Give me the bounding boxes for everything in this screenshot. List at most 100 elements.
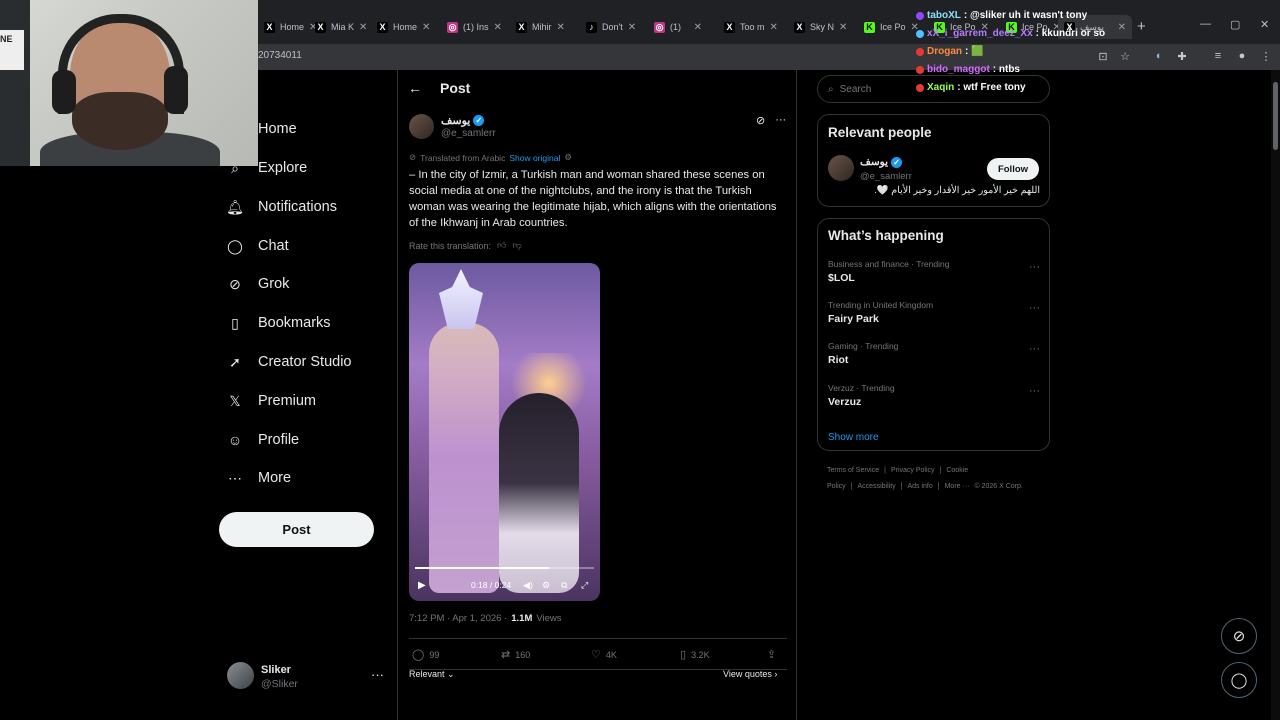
profile-avatar-icon[interactable]: ●	[1234, 48, 1250, 64]
menu-icon[interactable]: ⋮	[1258, 48, 1274, 64]
thumbs-up-icon[interactable]: 👍︎	[497, 240, 506, 251]
nav-item-premium[interactable]: 𝕏 Premium	[226, 387, 316, 415]
account-switcher[interactable]: Sliker @Sliker ···	[227, 662, 387, 692]
video-settings-icon[interactable]: ⚙	[542, 580, 550, 591]
picture-in-picture-icon[interactable]: ⧉	[561, 580, 567, 591]
browser-tab[interactable]: ♪ Don't ✕	[580, 15, 640, 39]
relevant-person-name[interactable]: يوسف ✓	[860, 156, 903, 168]
footer-link[interactable]: Ads info	[907, 483, 932, 490]
post-button[interactable]: Post	[219, 512, 374, 547]
sort-replies-dropdown[interactable]: Relevant ⌄	[409, 669, 455, 680]
settings-icon[interactable]: ⚙	[564, 152, 572, 163]
page-title: Post	[440, 80, 471, 96]
nav-item-notifications[interactable]: 🔔︎ Notifications	[226, 193, 337, 221]
stream-chat-overlay: taboXL: @sliker uh it wasn't tony xX_i_ga…	[916, 0, 1116, 97]
more-icon[interactable]: ···	[1029, 343, 1040, 355]
trend-item[interactable]: Verzuz · Trending Verzuz ···	[828, 383, 1040, 419]
tab-label: Home	[393, 22, 418, 32]
more-icon[interactable]: ···	[775, 114, 786, 127]
fullscreen-icon[interactable]: ⤢	[581, 580, 588, 591]
person-name-text[interactable]: يوسف	[860, 156, 888, 168]
close-tab-icon[interactable]: ✕	[694, 22, 702, 33]
minimize-icon[interactable]: —	[1200, 18, 1211, 30]
messages-fab-icon[interactable]: ◯	[1221, 662, 1257, 698]
footer-link[interactable]: Accessibility	[858, 483, 896, 490]
webcam-overlay: NE	[0, 0, 258, 166]
author-name-text[interactable]: يوسف	[441, 114, 470, 127]
address-text[interactable]: 20734011	[258, 50, 302, 61]
browser-tab[interactable]: K Ice Po ✕	[858, 15, 918, 39]
more-icon[interactable]: ···	[1029, 385, 1040, 397]
new-tab-button[interactable]: +	[1137, 18, 1146, 35]
nav-item-creator-studio[interactable]: ➚ Creator Studio	[226, 348, 351, 376]
audio-icon[interactable]: ◖	[1150, 48, 1166, 64]
thumbs-down-icon[interactable]: 👎︎	[512, 240, 521, 251]
more-icon[interactable]: ···	[371, 667, 384, 682]
show-original-link[interactable]: Show original	[509, 153, 560, 163]
reply-button[interactable]: ◯ 99	[412, 648, 439, 661]
browser-tab[interactable]: X Mihir ✕	[510, 15, 570, 39]
avatar[interactable]	[828, 155, 854, 181]
browser-tab[interactable]: X Sky N ✕	[788, 15, 848, 39]
post-timestamp[interactable]: 7:12 PM · Apr 1, 2026 ·	[409, 613, 507, 624]
close-tab-icon[interactable]: ✕	[770, 22, 778, 33]
main-column: ← Post يوسف ✓ @e_samlerr ⊘ ··· ⊘ Transla…	[397, 70, 797, 720]
video-scrubber[interactable]	[415, 567, 594, 569]
close-tab-icon[interactable]: ✕	[359, 22, 367, 33]
author-handle[interactable]: @e_samlerr	[441, 128, 496, 139]
browser-tab[interactable]: X Home ✕	[371, 15, 431, 39]
trend-item[interactable]: Gaming · Trending Riot ···	[828, 341, 1040, 377]
footer-links: Terms of Service | Privacy Policy | Cookie P…	[827, 463, 1047, 495]
more-icon[interactable]: ···	[1029, 302, 1040, 314]
scrollbar[interactable]	[1271, 70, 1280, 720]
tiktok-icon: ♪	[586, 21, 597, 33]
star-icon[interactable]: ☆	[1117, 48, 1133, 64]
scrollbar-thumb[interactable]	[1273, 82, 1278, 150]
close-tab-icon[interactable]: ✕	[839, 22, 847, 33]
footer-link[interactable]: Privacy Policy	[891, 467, 935, 474]
author-avatar[interactable]	[409, 114, 434, 139]
close-tab-icon[interactable]: ✕	[494, 22, 501, 33]
relevant-person-handle[interactable]: @e_samlerr	[860, 171, 912, 182]
author-name[interactable]: يوسف ✓	[441, 114, 485, 127]
video-player[interactable]: ▶ 0:18 / 0:24 ◀) ⚙ ⧉ ⤢	[409, 263, 600, 601]
share-button[interactable]: ⇪	[767, 648, 776, 661]
browser-tab[interactable]: X Mia K ✕	[309, 15, 369, 39]
extensions-icon[interactable]: ✚	[1174, 48, 1190, 64]
follow-button[interactable]: Follow	[987, 158, 1039, 180]
close-tab-icon[interactable]: ✕	[628, 22, 636, 33]
more-icon[interactable]: ···	[1029, 261, 1040, 273]
chat-message: Xaqin: wtf Free tony	[916, 79, 1116, 97]
like-button[interactable]: ♡ 4K	[591, 648, 617, 661]
footer-link[interactable]: © 2026 X Corp.	[974, 483, 1022, 490]
nav-item-grok[interactable]: ⊘ Grok	[226, 270, 289, 298]
footer-link[interactable]: Terms of Service	[827, 467, 879, 474]
trend-item[interactable]: Trending in United Kingdom Fairy Park ···	[828, 300, 1040, 336]
close-tab-icon[interactable]: ✕	[422, 22, 430, 33]
trend-title: $LOL	[828, 272, 855, 284]
nav-item-more[interactable]: ⋯ More	[226, 464, 291, 492]
nav-item-chat[interactable]: ◯ Chat	[226, 232, 288, 260]
repost-button[interactable]: ⇄ 160	[501, 648, 530, 661]
play-icon[interactable]: ▶	[418, 580, 426, 591]
bookmark-button[interactable]: ▯ 3.2K	[680, 648, 710, 661]
browser-tab[interactable]: ◎ (1) Ins ✕	[441, 15, 501, 39]
grok-fab-icon[interactable]: ⊘	[1221, 618, 1257, 654]
browser-tab[interactable]: ◎ (1) ✕	[648, 15, 708, 39]
maximize-icon[interactable]: ▢	[1230, 18, 1240, 31]
volume-icon[interactable]: ◀)	[523, 580, 533, 591]
view-quotes-link[interactable]: View quotes ›	[723, 669, 777, 679]
grok-icon[interactable]: ⊘	[756, 114, 765, 127]
nav-item-bookmarks[interactable]: ▯ Bookmarks	[226, 309, 330, 337]
x-icon: X	[516, 21, 527, 33]
trend-item[interactable]: Business and finance · Trending $LOL ···	[828, 259, 1040, 295]
media-icon[interactable]: ≡	[1210, 48, 1226, 64]
show-more-link[interactable]: Show more	[828, 432, 879, 443]
close-tab-icon[interactable]: ✕	[557, 22, 565, 33]
back-arrow-icon[interactable]: ←	[408, 80, 422, 96]
footer-link[interactable]: More ···	[945, 483, 970, 490]
nav-item-profile[interactable]: ☺ Profile	[226, 426, 299, 454]
browser-tab[interactable]: X Too m ✕	[718, 15, 778, 39]
close-tab-icon[interactable]: ✕	[1118, 22, 1126, 33]
close-window-icon[interactable]: ✕	[1260, 18, 1269, 31]
